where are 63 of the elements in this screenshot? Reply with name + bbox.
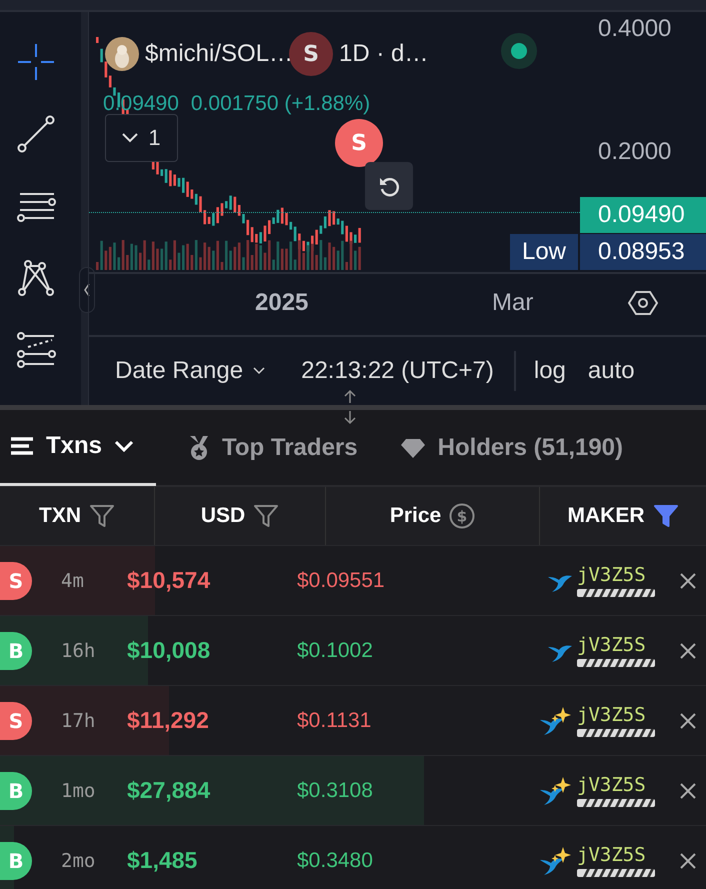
list-icon bbox=[10, 436, 34, 456]
resize-icon[interactable] bbox=[343, 389, 357, 425]
chevron-down-icon bbox=[122, 133, 138, 143]
collapse-button[interactable]: 1 bbox=[105, 114, 178, 162]
maker-address[interactable]: jV3Z5S bbox=[577, 774, 655, 796]
scale-button[interactable]: auto bbox=[588, 357, 635, 385]
reset-button[interactable] bbox=[365, 162, 413, 210]
usd-cell-text: $27,884 bbox=[127, 777, 212, 804]
close-icon[interactable] bbox=[679, 852, 697, 870]
date-range-dropdown[interactable]: Date Range bbox=[115, 357, 266, 385]
filter-icon[interactable] bbox=[253, 504, 280, 528]
close-icon[interactable] bbox=[679, 712, 697, 730]
pattern-icon[interactable] bbox=[16, 258, 56, 298]
trend-line-icon[interactable] bbox=[16, 114, 56, 154]
maker-address[interactable]: jV3Z5S bbox=[577, 564, 655, 586]
age-cell-text: 16h bbox=[60, 640, 96, 662]
tab[interactable]: Top Traders bbox=[178, 409, 368, 486]
maker-address[interactable]: jV3Z5S bbox=[577, 704, 655, 726]
maker-address[interactable]: jV3Z5S bbox=[577, 844, 655, 866]
sell-marker: S bbox=[289, 32, 334, 76]
tab[interactable]: Holders (51,190) bbox=[390, 409, 634, 486]
usd-cell-text: $1,485 bbox=[127, 847, 198, 874]
fib-lines-icon[interactable] bbox=[16, 330, 56, 370]
current-price-label: 0.09490 bbox=[580, 197, 706, 233]
age-cell-text: 4m bbox=[60, 570, 85, 592]
interval-label: 1D · d… bbox=[339, 40, 428, 68]
price-tick: 0.4000 bbox=[598, 15, 672, 43]
settings-icon[interactable] bbox=[628, 288, 658, 318]
age-cell-text: 2mo bbox=[60, 850, 96, 872]
price-cell-text: $0.1131 bbox=[297, 708, 372, 732]
diamond-icon bbox=[400, 436, 426, 458]
close-icon[interactable] bbox=[679, 642, 697, 660]
clock-label: 22:13:22 (UTC+7) bbox=[301, 357, 494, 385]
side-badge: B bbox=[0, 842, 32, 880]
close-icon[interactable] bbox=[679, 572, 697, 590]
usd-cell-text: $10,008 bbox=[127, 637, 212, 664]
crosshair-icon[interactable] bbox=[16, 42, 56, 82]
filter-icon[interactable] bbox=[89, 504, 115, 528]
age-cell-text: 1mo bbox=[60, 780, 96, 802]
collapse-handle-icon[interactable] bbox=[79, 267, 95, 313]
usd-cell-text: $10,574 bbox=[127, 567, 212, 594]
price-cell-text: $0.3480 bbox=[297, 848, 374, 872]
chevron-down-icon bbox=[114, 440, 134, 452]
time-label: 2025 bbox=[255, 289, 308, 317]
dollar-circle-icon[interactable]: $ bbox=[449, 503, 476, 529]
maker-address[interactable]: jV3Z5S bbox=[577, 634, 655, 656]
usd-cell-text: $11,292 bbox=[127, 707, 210, 734]
medal-icon bbox=[188, 434, 210, 460]
low-price-label: 0.08953 bbox=[580, 234, 706, 270]
sell-marker: S bbox=[335, 119, 383, 167]
price-tick: 0.2000 bbox=[598, 138, 672, 166]
price-cell-text: $0.3108 bbox=[297, 778, 374, 802]
column-header[interactable]: MAKER bbox=[540, 487, 706, 545]
low-label: Low bbox=[510, 234, 578, 270]
age-cell-text: 17h bbox=[60, 710, 96, 732]
chevron-down-icon bbox=[253, 367, 266, 375]
scale-button[interactable]: log bbox=[534, 357, 566, 385]
time-label: Mar bbox=[492, 289, 534, 317]
filter-icon[interactable] bbox=[652, 504, 678, 528]
price-cell-text: $0.1002 bbox=[297, 638, 374, 662]
price-cell-text: $0.09551 bbox=[297, 568, 386, 592]
price-change: 0.001750 (+1.88%) bbox=[190, 92, 370, 116]
close-icon[interactable] bbox=[679, 782, 697, 800]
